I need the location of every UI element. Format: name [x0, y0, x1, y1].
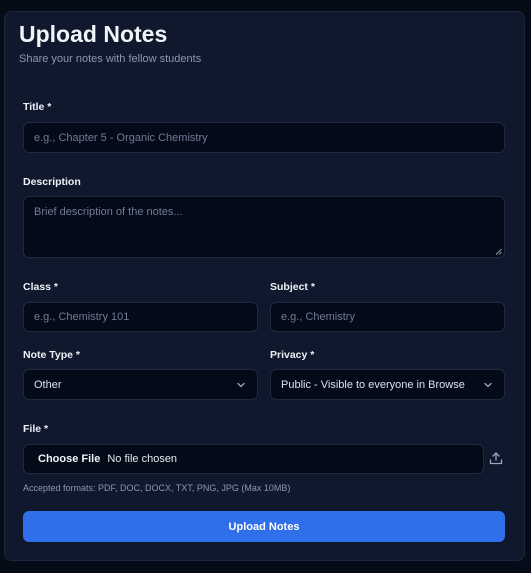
subject-input[interactable]: e.g., Chemistry [270, 302, 505, 332]
upload-notes-card [4, 11, 525, 561]
class-placeholder: e.g., Chemistry 101 [34, 311, 130, 323]
note-type-select[interactable]: Other [23, 369, 258, 400]
chevron-down-icon [484, 382, 492, 387]
description-textarea[interactable]: Brief description of the notes... [23, 196, 505, 258]
class-input[interactable]: e.g., Chemistry 101 [23, 302, 258, 332]
file-label: File * [23, 423, 49, 435]
privacy-value: Public - Visible to everyone in Browse [281, 378, 465, 391]
file-input[interactable]: Choose File No file chosen [23, 444, 484, 474]
description-placeholder: Brief description of the notes... [34, 206, 183, 218]
resize-handle-icon[interactable] [495, 248, 502, 255]
chevron-down-icon [237, 382, 245, 387]
title-input[interactable]: e.g., Chapter 5 - Organic Chemistry [23, 122, 505, 153]
note-type-value: Other [34, 378, 62, 391]
privacy-label: Privacy * [270, 349, 315, 361]
page-title: Upload Notes [19, 21, 168, 47]
subject-placeholder: e.g., Chemistry [281, 311, 355, 323]
description-label: Description [23, 176, 81, 188]
upload-icon[interactable] [489, 451, 503, 465]
note-type-label: Note Type * [23, 349, 80, 361]
choose-file-button[interactable]: Choose File [38, 453, 100, 465]
privacy-select[interactable]: Public - Visible to everyone in Browse [270, 369, 505, 400]
title-placeholder: e.g., Chapter 5 - Organic Chemistry [34, 131, 208, 144]
page-subtitle: Share your notes with fellow students [19, 53, 202, 65]
file-status: No file chosen [107, 453, 178, 465]
upload-notes-button[interactable]: Upload Notes [23, 511, 505, 542]
subject-label: Subject * [270, 281, 315, 293]
title-label: Title * [23, 101, 52, 113]
class-label: Class * [23, 281, 59, 293]
file-format-hint: Accepted formats: PDF, DOC, DOCX, TXT, P… [23, 483, 291, 493]
